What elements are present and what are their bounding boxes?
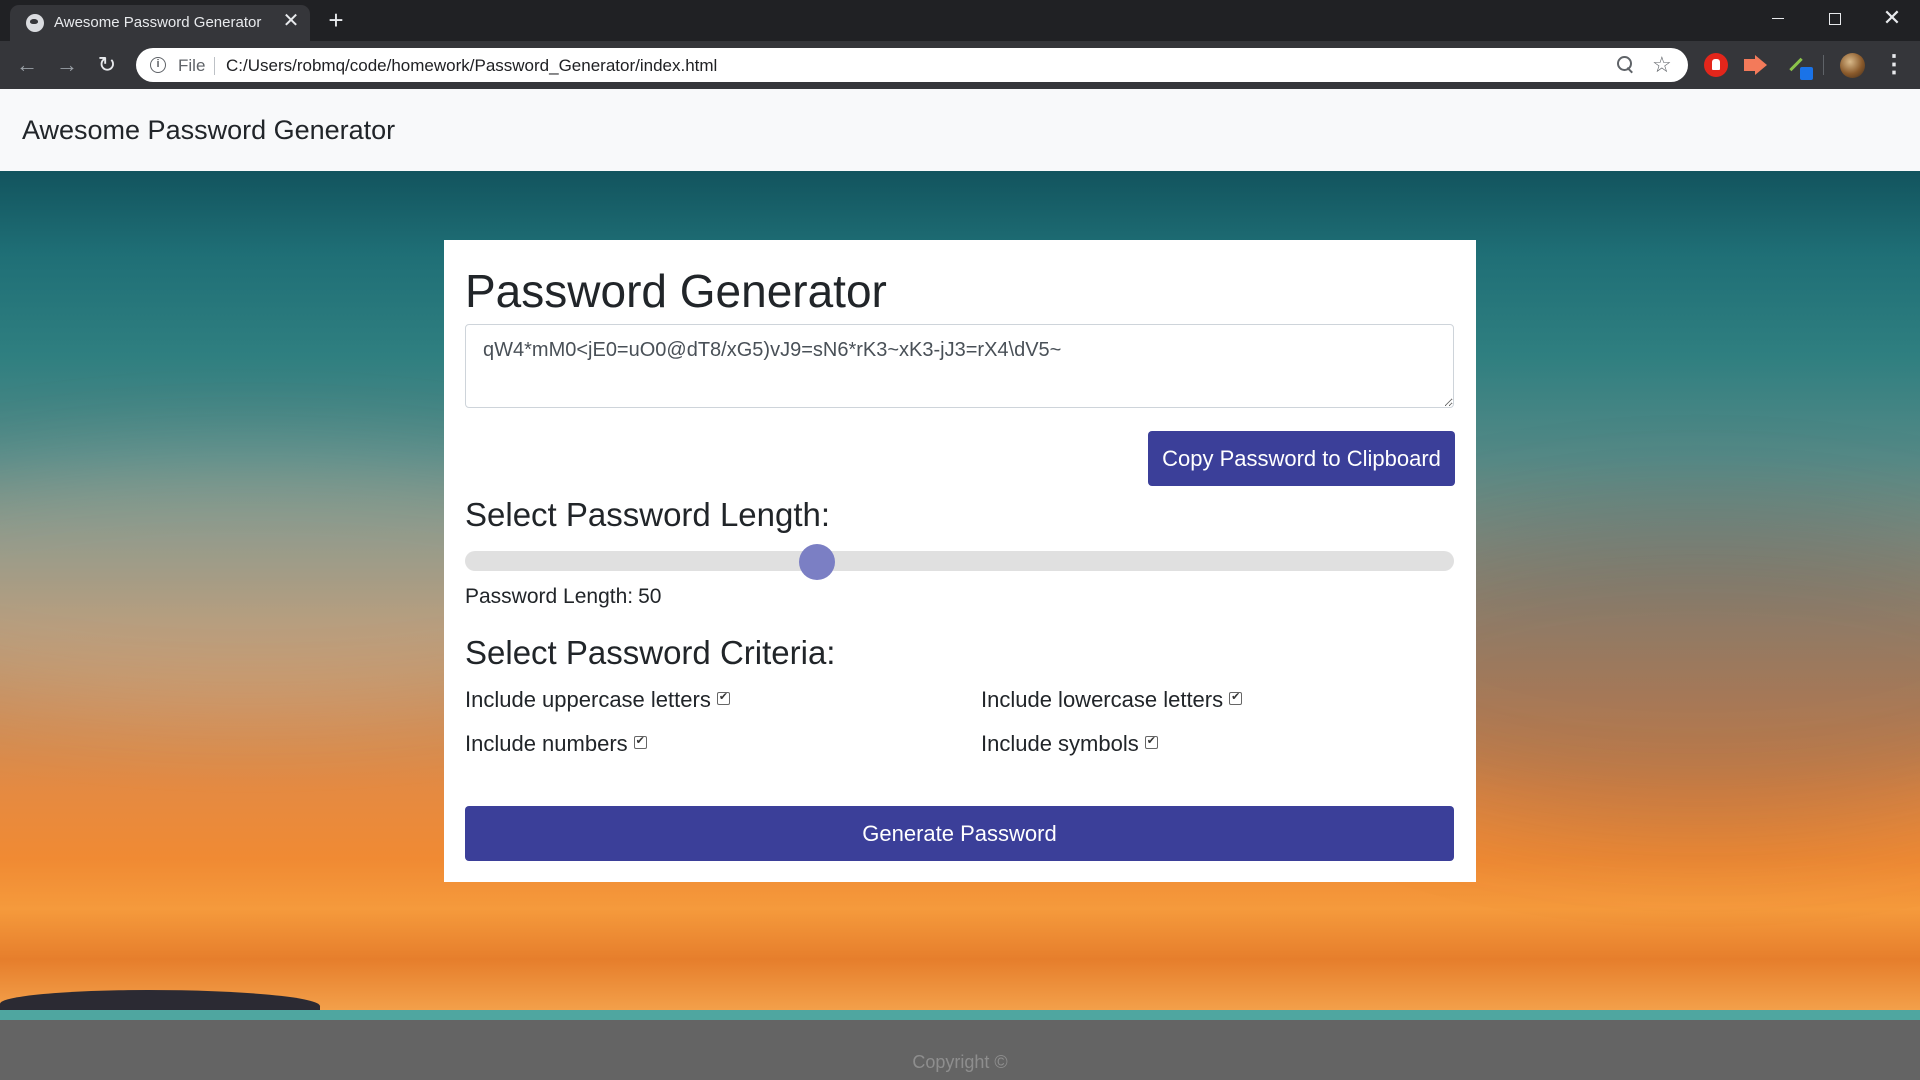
forward-icon[interactable]: →	[52, 50, 82, 80]
lowercase-label: Include lowercase letters	[981, 687, 1224, 712]
generator-card: Password Generator qW4*mM0<jE0=uO0@dT8/x…	[444, 240, 1476, 882]
copyright-text: Copyright ©	[912, 1052, 1008, 1072]
length-section-title: Select Password Length:	[465, 496, 831, 533]
copy-password-button[interactable]: Copy Password to Clipboard	[1148, 431, 1455, 486]
hill-silhouette	[0, 990, 320, 1010]
navbar-brand[interactable]: Awesome Password Generator	[22, 115, 395, 146]
length-label-text: Password Length:	[465, 585, 634, 608]
uppercase-checkbox[interactable]	[716, 690, 730, 705]
zoom-icon[interactable]	[1616, 55, 1636, 75]
close-tab-icon[interactable]: ✕	[280, 10, 302, 32]
lowercase-checkbox[interactable]	[1229, 690, 1243, 705]
minimize-window-button[interactable]	[1750, 0, 1806, 38]
profile-avatar[interactable]	[1840, 53, 1865, 78]
extension-pen-icon[interactable]	[1786, 53, 1813, 80]
back-icon[interactable]: ←	[12, 50, 42, 80]
generate-password-button[interactable]: Generate Password	[465, 806, 1454, 861]
symbols-label: Include symbols	[981, 731, 1139, 756]
extension-red-icon[interactable]	[1704, 53, 1728, 77]
uppercase-label: Include uppercase letters	[465, 687, 711, 712]
criteria-section-title: Select Password Criteria:	[465, 634, 836, 671]
numbers-label: Include numbers	[465, 731, 628, 756]
criterion-lowercase: Include lowercase letters	[981, 687, 1243, 713]
browser-toolbar: ← → ↻ i File C:/Users/robmq/code/homewor…	[0, 41, 1920, 89]
restore-window-button[interactable]	[1806, 0, 1862, 38]
footer: Copyright ©	[0, 1020, 1920, 1080]
menu-icon[interactable]: ⋮	[1882, 49, 1906, 81]
page-title: Password Generator	[465, 265, 887, 317]
symbols-checkbox[interactable]	[1144, 734, 1158, 749]
address-separator	[214, 57, 215, 75]
url-scheme: File	[178, 56, 206, 75]
address-bar[interactable]: i File C:/Users/robmq/code/homework/Pass…	[136, 48, 1688, 82]
browser-tab[interactable]: Awesome Password Generator ✕	[10, 5, 310, 41]
url-text[interactable]: C:/Users/robmq/code/homework/Password_Ge…	[226, 56, 717, 76]
criterion-uppercase: Include uppercase letters	[465, 687, 730, 713]
length-value: 50	[638, 585, 662, 608]
divider-strip	[0, 1010, 1920, 1020]
info-icon[interactable]: i	[150, 57, 166, 73]
browser-tab-strip: Awesome Password Generator ✕ + ✕	[0, 0, 1920, 41]
toolbar-divider	[1823, 55, 1824, 75]
globe-icon	[26, 14, 44, 32]
star-icon[interactable]: ☆	[1652, 52, 1672, 78]
numbers-checkbox[interactable]	[633, 734, 647, 749]
criterion-numbers: Include numbers	[465, 731, 647, 757]
navbar: Awesome Password Generator	[0, 89, 1920, 171]
extension-arrow-icon[interactable]	[1744, 53, 1768, 77]
criterion-symbols: Include symbols	[981, 731, 1158, 757]
close-window-button[interactable]: ✕	[1864, 0, 1920, 38]
password-length-slider[interactable]	[465, 551, 1454, 571]
new-tab-button[interactable]: +	[320, 6, 352, 36]
password-length-label: Password Length: 50	[465, 585, 661, 609]
slider-thumb[interactable]	[798, 544, 835, 580]
password-output[interactable]: qW4*mM0<jE0=uO0@dT8/xG5)vJ9=sN6*rK3~xK3-…	[465, 324, 1454, 408]
tab-title: Awesome Password Generator	[54, 14, 262, 31]
reload-icon[interactable]: ↻	[92, 50, 122, 80]
